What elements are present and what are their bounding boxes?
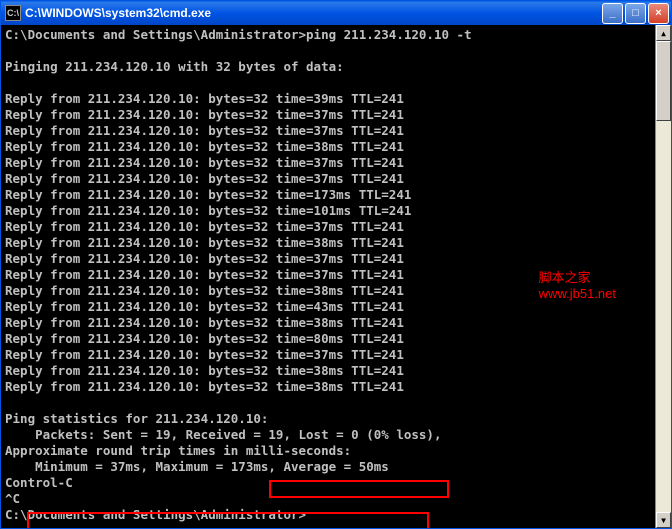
reply-line: Reply from 211.234.120.10: bytes=32 time… (5, 123, 404, 138)
prompt-line-2: C:\Documents and Settings\Administrator> (5, 507, 306, 522)
reply-line: Reply from 211.234.120.10: bytes=32 time… (5, 203, 411, 218)
reply-line: Reply from 211.234.120.10: bytes=32 time… (5, 379, 404, 394)
reply-line: Reply from 211.234.120.10: bytes=32 time… (5, 251, 404, 266)
reply-line: Reply from 211.234.120.10: bytes=32 time… (5, 299, 404, 314)
close-button[interactable]: × (648, 3, 669, 24)
console-output[interactable]: C:\Documents and Settings\Administrator>… (1, 25, 655, 528)
caret-c: ^C (5, 491, 20, 506)
stats-times: Minimum = 37ms, Maximum = 173ms, Average… (5, 459, 389, 474)
scroll-down-button[interactable]: ▼ (656, 512, 671, 528)
reply-line: Reply from 211.234.120.10: bytes=32 time… (5, 171, 404, 186)
stats-packets: Packets: Sent = 19, Received = 19, Lost … (5, 427, 442, 442)
stats-header: Ping statistics for 211.234.120.10: (5, 411, 268, 426)
reply-line: Reply from 211.234.120.10: bytes=32 time… (5, 315, 404, 330)
cmd-icon: C:\ (5, 5, 21, 21)
window-title: C:\WINDOWS\system32\cmd.exe (25, 6, 602, 20)
vertical-scrollbar[interactable]: ▲ ▼ (655, 25, 671, 528)
reply-line: Reply from 211.234.120.10: bytes=32 time… (5, 363, 404, 378)
reply-line: Reply from 211.234.120.10: bytes=32 time… (5, 347, 404, 362)
scroll-thumb[interactable] (656, 41, 671, 121)
scroll-up-button[interactable]: ▲ (656, 25, 671, 41)
reply-line: Reply from 211.234.120.10: bytes=32 time… (5, 235, 404, 250)
reply-line: Reply from 211.234.120.10: bytes=32 time… (5, 139, 404, 154)
pinging-header: Pinging 211.234.120.10 with 32 bytes of … (5, 59, 344, 74)
titlebar[interactable]: C:\ C:\WINDOWS\system32\cmd.exe _ □ × (1, 1, 671, 25)
reply-line: Reply from 211.234.120.10: bytes=32 time… (5, 283, 404, 298)
minimize-button[interactable]: _ (602, 3, 623, 24)
reply-line: Reply from 211.234.120.10: bytes=32 time… (5, 219, 404, 234)
reply-line: Reply from 211.234.120.10: bytes=32 time… (5, 91, 404, 106)
reply-line: Reply from 211.234.120.10: bytes=32 time… (5, 155, 404, 170)
reply-line: Reply from 211.234.120.10: bytes=32 time… (5, 187, 411, 202)
scroll-track[interactable] (656, 41, 671, 512)
maximize-button[interactable]: □ (625, 3, 646, 24)
prompt-line: C:\Documents and Settings\Administrator>… (5, 27, 472, 42)
stats-approx: Approximate round trip times in milli-se… (5, 443, 351, 458)
highlight-lost (269, 480, 449, 498)
console-body: C:\Documents and Settings\Administrator>… (1, 25, 671, 528)
window-controls: _ □ × (602, 3, 669, 24)
reply-line: Reply from 211.234.120.10: bytes=32 time… (5, 107, 404, 122)
cmd-window: C:\ C:\WINDOWS\system32\cmd.exe _ □ × C:… (0, 0, 672, 529)
reply-line: Reply from 211.234.120.10: bytes=32 time… (5, 267, 404, 282)
reply-line: Reply from 211.234.120.10: bytes=32 time… (5, 331, 404, 346)
control-c: Control-C (5, 475, 73, 490)
